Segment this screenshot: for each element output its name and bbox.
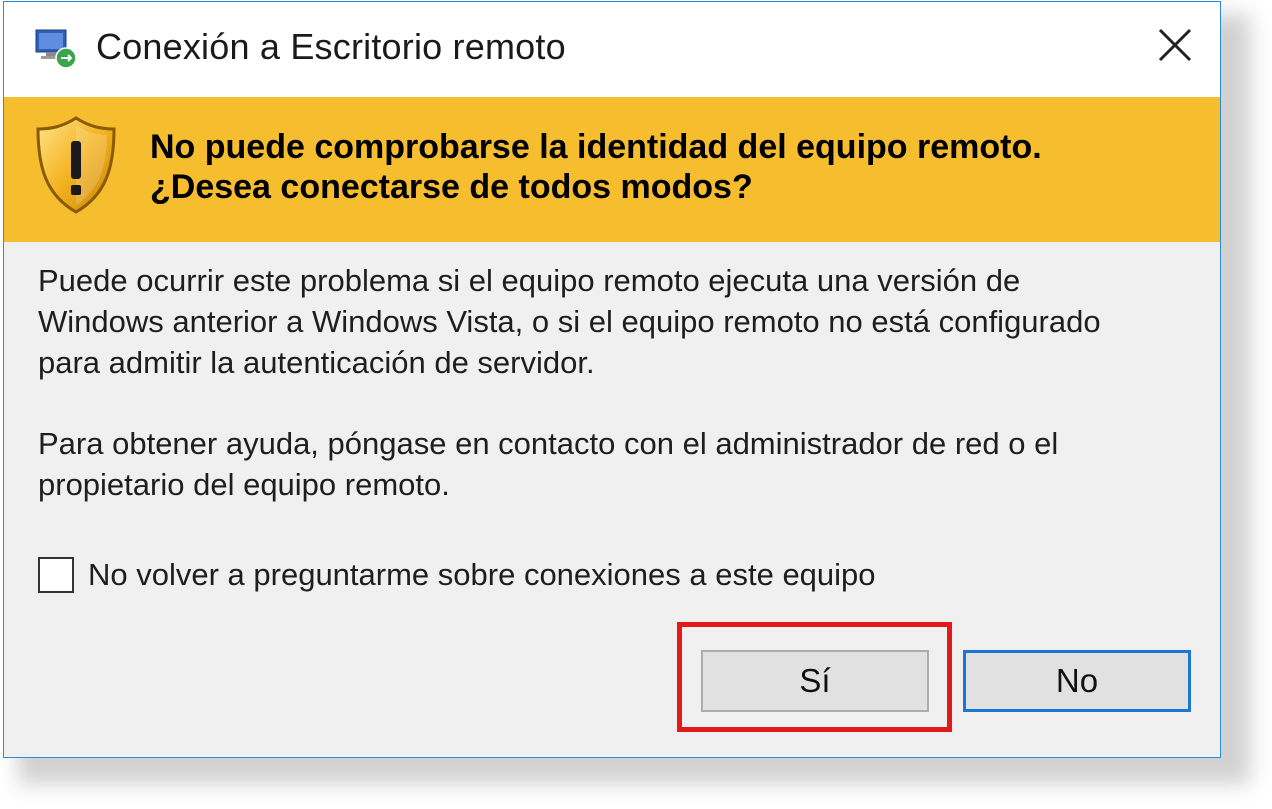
- title-bar: Conexión a Escritorio remoto: [4, 2, 1220, 97]
- page: Conexión a Escritorio remoto No puede co…: [0, 0, 1272, 809]
- rdp-warning-dialog: Conexión a Escritorio remoto No puede co…: [3, 1, 1221, 758]
- dont-ask-again-checkbox[interactable]: [38, 557, 74, 593]
- help-paragraph: Para obtener ayuda, póngase en contacto …: [38, 423, 1198, 505]
- dont-ask-again-label[interactable]: No volver a preguntarme sobre conexiones…: [88, 557, 876, 593]
- explanation-line: Windows anterior a Windows Vista, o si e…: [38, 304, 1101, 339]
- dont-ask-again-option[interactable]: No volver a preguntarme sobre conexiones…: [38, 555, 876, 595]
- warning-message: No puede comprobarse la identidad del eq…: [150, 127, 1042, 207]
- warning-line-2: ¿Desea conectarse de todos modos?: [150, 168, 753, 206]
- explanation-line: para admitir la autenticación de servido…: [38, 345, 595, 380]
- explanation-line: Puede ocurrir este problema si el equipo…: [38, 263, 1021, 298]
- window-title: Conexión a Escritorio remoto: [96, 26, 566, 67]
- warning-line-1: No puede comprobarse la identidad del eq…: [150, 128, 1042, 166]
- yes-button[interactable]: Sí: [701, 650, 929, 712]
- remote-desktop-icon: [35, 29, 77, 69]
- no-button[interactable]: No: [963, 650, 1191, 712]
- help-line: propietario del equipo remoto.: [38, 467, 450, 502]
- explanation-paragraph: Puede ocurrir este problema si el equipo…: [38, 260, 1198, 383]
- help-line: Para obtener ayuda, póngase en contacto …: [38, 426, 1059, 461]
- close-icon[interactable]: [1154, 24, 1196, 66]
- warning-shield-icon: [36, 116, 116, 214]
- warning-banner: No puede comprobarse la identidad del eq…: [4, 97, 1220, 242]
